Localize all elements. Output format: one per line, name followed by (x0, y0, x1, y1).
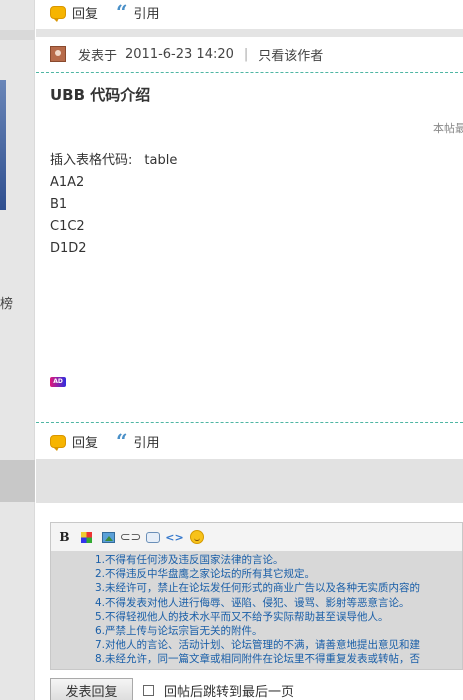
body-line: C1C2 (50, 219, 85, 234)
left-clipped-text: 榜 (0, 297, 14, 312)
bottom-post-actions: 回复 “ 引用 (50, 430, 172, 452)
body-line: B1 (50, 197, 68, 212)
reply-label: 回复 (72, 6, 99, 22)
body-line: A1A2 (50, 175, 85, 190)
smiley-button[interactable] (189, 530, 204, 545)
left-band (0, 30, 35, 40)
divider-top (36, 72, 463, 73)
link-icon: ⊂⊃ (119, 529, 142, 545)
code-button[interactable]: <> (165, 530, 184, 545)
reply-editor: B ⊂⊃ <> 1.不得有任何涉及违反国家法律的言论。 2.不得违反中华盘鹰之家… (50, 522, 463, 670)
reply-textarea[interactable]: 1.不得有任何涉及违反国家法律的言论。 2.不得违反中华盘鹰之家论坛的所有其它规… (51, 551, 462, 669)
quote-label: 引用 (133, 6, 160, 22)
insert-table-value: table (144, 153, 178, 168)
rule-line: 8.未经允许，同一篇文章或相同附件在论坛里不得重复发表或转帖，否 (95, 653, 421, 666)
color-icon (81, 531, 92, 543)
left-column: 榜 (0, 0, 35, 700)
divider-bottom (36, 422, 463, 423)
jump-last-page-checkbox[interactable] (143, 684, 154, 696)
ad-badge-icon[interactable]: AD (50, 377, 66, 387)
bold-button[interactable]: B (57, 530, 72, 545)
smiley-icon (189, 530, 204, 544)
quote-icon: “ (116, 429, 128, 453)
post-meta: 发表于 2011-6-23 14:20 | 只看该作者 (50, 43, 323, 65)
posted-time: 2011-6-23 14:20 (125, 46, 234, 62)
section-band (36, 459, 463, 503)
editor-toolbar: B ⊂⊃ <> (51, 523, 462, 551)
reply-icon (50, 434, 66, 451)
body-line: D1D2 (50, 241, 87, 256)
reply-button[interactable]: 回复 (50, 432, 98, 451)
reply-label: 回复 (72, 435, 99, 451)
rule-line: 3.未经许可，禁止在论坛发任何形式的商业广告以及各种无实质内容的 (95, 582, 421, 595)
top-post-actions: 回复 “ 引用 (50, 1, 172, 23)
rule-line: 5.不得轻视他人的技术水平而又不给予实际帮助甚至误导他人。 (95, 610, 389, 623)
reply-button[interactable]: 回复 (50, 3, 98, 22)
reply-icon (50, 5, 66, 22)
meta-separator: | (243, 46, 249, 62)
color-button[interactable] (79, 530, 94, 545)
submit-row: 发表回复 回帖后跳转到最后一页 (50, 678, 294, 700)
quote-insert-button[interactable] (145, 530, 160, 545)
post-body: 插入表格代码: table A1A2 B1 C1C2 D1D2 (50, 150, 177, 260)
post-title: UBB 代码介绍 (50, 86, 151, 104)
rule-line: 7.对他人的言论、活动计划、论坛管理的不满，请善意地提出意见和建 (95, 639, 421, 652)
image-button[interactable] (101, 530, 116, 545)
quote-button[interactable]: “ 引用 (116, 429, 160, 453)
rule-line: 4.不得发表对他人进行侮辱、诬陷、侵犯、谩骂、影射等恶意言论。 (95, 596, 410, 609)
quote-button[interactable]: “ 引用 (116, 0, 160, 24)
posted-prefix: 发表于 (78, 48, 118, 64)
post-main: 回复 “ 引用 发表于 2011-6-23 14:20 | 只看该作者 UBB … (36, 0, 463, 700)
quote-label: 引用 (133, 435, 160, 451)
quote-icon: “ (116, 0, 128, 24)
jump-last-page-label[interactable]: 回帖后跳转到最后一页 (164, 681, 294, 700)
speech-bubble-icon (145, 531, 160, 543)
left-avatar-edge (0, 80, 6, 210)
submit-reply-button[interactable]: 发表回复 (50, 678, 133, 700)
code-icon: <> (165, 530, 184, 544)
author-avatar-icon (50, 46, 66, 62)
insert-table-label: 插入表格代码: (50, 153, 133, 168)
author-only-link[interactable]: 只看该作者 (258, 45, 323, 64)
image-icon (102, 531, 115, 543)
link-button[interactable]: ⊂⊃ (120, 530, 142, 545)
left-dark-band (0, 460, 35, 502)
post-note: 本帖最 (433, 122, 463, 135)
post-separator-bar (36, 29, 463, 37)
rule-line: 6.严禁上传与论坛宗旨无关的附件。 (95, 625, 263, 638)
rule-line: 1.不得有任何涉及违反国家法律的言论。 (95, 554, 284, 566)
rule-line: 2.不得违反中华盘鹰之家论坛的所有其它规定。 (95, 568, 316, 581)
